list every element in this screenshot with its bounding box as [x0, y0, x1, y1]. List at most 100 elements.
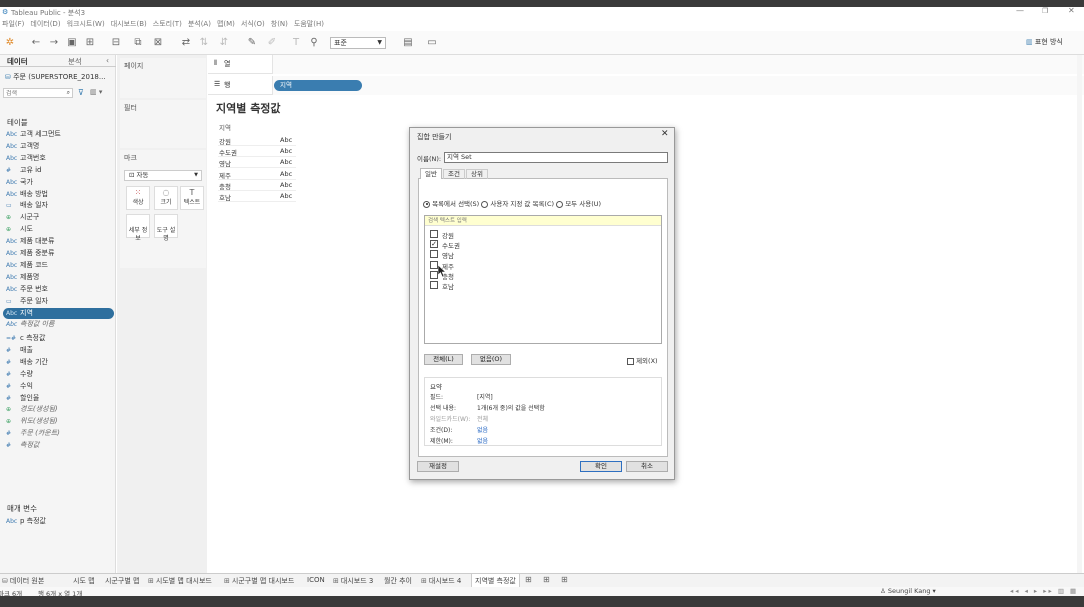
field-item[interactable]: Abc 배송 방법 — [6, 189, 48, 200]
sheet-tab[interactable]: ⊞ 대시보드 3 — [333, 576, 373, 586]
field-item[interactable]: Abc 제품 대분류 — [6, 236, 54, 247]
select-none-button[interactable]: 없음(O) — [471, 354, 511, 365]
rows-drop-zone[interactable] — [272, 76, 1084, 95]
field-item[interactable]: # 배송 기간 — [6, 357, 48, 368]
sort-desc-icon[interactable]: ⇵ — [218, 37, 230, 49]
rows-shelf[interactable]: ☰ 행 지역 — [208, 76, 1084, 95]
sheet-tab[interactable]: 지역별 측정값 — [471, 574, 520, 587]
new-dashboard-tab-icon[interactable]: ⊞ — [543, 575, 550, 584]
menu-item[interactable]: 워크시트(W) — [67, 20, 105, 28]
mark-button[interactable]: 세부 정보 — [126, 214, 150, 242]
field-item[interactable]: Abc 고객명 — [6, 141, 39, 152]
value-checkbox[interactable] — [430, 270, 438, 279]
exclude-option[interactable]: 제외(X) — [627, 355, 658, 365]
device-preview-icon[interactable]: ▭ — [426, 37, 438, 49]
maximize-icon[interactable]: ❐ — [1042, 7, 1048, 15]
pages-card[interactable]: 페이지 — [120, 58, 206, 98]
value-checkbox[interactable] — [430, 230, 438, 238]
show-me-button[interactable]: ▥ 표현 방식 — [1026, 37, 1063, 47]
menu-item[interactable]: 창(N) — [271, 20, 288, 28]
menu-item[interactable]: 대시보드(B) — [111, 20, 147, 28]
fit-select[interactable]: 표준 ▼ — [330, 37, 386, 49]
cancel-button[interactable]: 취소 — [626, 461, 668, 472]
tab-general[interactable]: 일반 — [420, 168, 442, 179]
tab-condition[interactable]: 조건 — [443, 169, 465, 179]
field-item[interactable]: Abc 측정값 이름 — [6, 319, 54, 330]
datasource-item[interactable]: ⛁ 주문 (SUPERSTORE_2018... — [5, 72, 113, 83]
menu-item[interactable]: 스토리(T) — [153, 20, 182, 28]
group-icon[interactable]: ✐ — [266, 37, 278, 49]
field-item[interactable]: ⊕ 시군구 — [6, 212, 39, 223]
value-checkbox[interactable] — [430, 250, 438, 259]
menu-item[interactable]: 맵(M) — [217, 20, 235, 28]
columns-shelf[interactable]: ⦀ 열 — [208, 55, 1084, 74]
field-item[interactable]: Abc 제품 코드 — [6, 260, 48, 271]
filter-fields-icon[interactable]: ⊽ — [78, 88, 84, 97]
set-name-input[interactable]: 지역 Set — [444, 152, 668, 163]
mark-button[interactable]: T 텍스트 — [180, 186, 204, 210]
value-search[interactable] — [425, 216, 661, 226]
sort-asc-icon[interactable]: ⇅ — [198, 37, 210, 49]
field-search[interactable]: ⌕ — [3, 88, 73, 98]
view-scrollbar[interactable] — [1077, 55, 1082, 573]
value-search-input[interactable] — [425, 216, 625, 226]
undo-icon[interactable]: ← — [30, 37, 42, 49]
field-item[interactable]: # 측정값 — [6, 440, 39, 451]
field-item[interactable]: Abc 고객번호 — [6, 153, 46, 164]
duplicate-icon[interactable]: ⧉ — [132, 37, 144, 49]
swap-icon[interactable]: ⇄ — [180, 37, 192, 49]
value-checkbox[interactable] — [430, 260, 438, 269]
mark-button[interactable]: ⁙ 색상 — [126, 186, 150, 210]
radio-select-from-list[interactable] — [423, 200, 430, 208]
clear-sheet-icon[interactable]: ⊠ — [152, 37, 164, 49]
exclude-checkbox[interactable] — [627, 357, 634, 365]
field-item[interactable]: # 주문 (카운트) — [6, 428, 60, 439]
tab-data[interactable]: 데이터 — [7, 56, 28, 67]
mark-type-select[interactable]: ⊡ 자동 ▼ — [124, 170, 202, 181]
sheet-tab[interactable]: 시군구별 맵 — [105, 576, 139, 586]
field-item[interactable]: # 매출 — [6, 345, 33, 356]
new-datasource-icon[interactable]: ⊞ — [84, 37, 96, 49]
minimize-icon[interactable]: — — [1016, 6, 1024, 15]
ok-button[interactable]: 확인 — [580, 461, 622, 472]
sheet-tab[interactable]: ICON — [307, 576, 325, 584]
field-item[interactable]: # 고유 id — [6, 165, 42, 176]
field-item[interactable]: Abc 고객 세그먼트 — [6, 129, 61, 140]
field-search-input[interactable] — [4, 89, 60, 98]
field-item[interactable]: # 할인율 — [6, 393, 39, 404]
mark-button[interactable]: ◌ 크기 — [154, 186, 178, 210]
filters-card[interactable]: 필터 — [120, 100, 206, 148]
pin-icon[interactable]: ⚲ — [308, 37, 320, 49]
field-item[interactable]: Abc 지역 — [3, 307, 114, 319]
menu-item[interactable]: 분석(A) — [188, 20, 211, 28]
menu-item[interactable]: 서식(O) — [241, 20, 265, 28]
tab-top[interactable]: 상위 — [466, 169, 488, 179]
sheet-tab[interactable]: ⊞ 대시보드 4 — [421, 576, 461, 586]
redo-icon[interactable]: → — [48, 37, 60, 49]
highlight-icon[interactable]: ✎ — [246, 37, 258, 49]
radio-use-all[interactable] — [556, 200, 564, 208]
value-checkbox[interactable]: ✓ — [430, 240, 438, 249]
labels-icon[interactable]: T — [290, 37, 302, 49]
sheet-tab[interactable]: ⊞ 시군구별 맵 대시보드 — [224, 576, 294, 586]
menu-item[interactable]: 도움말(H) — [294, 20, 324, 28]
field-item[interactable]: =# c 측정값 — [6, 333, 45, 344]
row-pill[interactable]: 지역 — [274, 80, 362, 91]
field-item[interactable]: # 수량 — [6, 369, 33, 380]
sheet-tab[interactable]: 시도 맵 — [73, 576, 95, 586]
mark-button[interactable]: 도구 설명 — [154, 214, 178, 242]
dialog-close-icon[interactable]: ✕ — [661, 129, 669, 139]
view-options-icon[interactable]: ▥ ▾ — [90, 88, 102, 96]
collapse-pane-icon[interactable]: ‹ — [106, 56, 109, 65]
new-worksheet-tab-icon[interactable]: ⊞ — [525, 575, 532, 584]
sheet-tab[interactable]: ⊞ 시도별 맵 대시보드 — [148, 576, 212, 586]
sheet-tab[interactable]: ⛁ 데이터 원본 — [2, 576, 44, 586]
field-item[interactable]: # 수익 — [6, 381, 33, 392]
new-worksheet-icon[interactable]: ⊟ — [110, 37, 122, 49]
radio-custom-list[interactable] — [481, 200, 489, 208]
save-icon[interactable]: ▣ — [66, 37, 78, 49]
new-story-tab-icon[interactable]: ⊞ — [561, 575, 568, 584]
field-item[interactable]: ▭ 주문 일자 — [6, 296, 48, 307]
field-item[interactable]: Abc p 측정값 — [6, 516, 46, 527]
menu-item[interactable]: 파일(F) — [2, 20, 24, 28]
